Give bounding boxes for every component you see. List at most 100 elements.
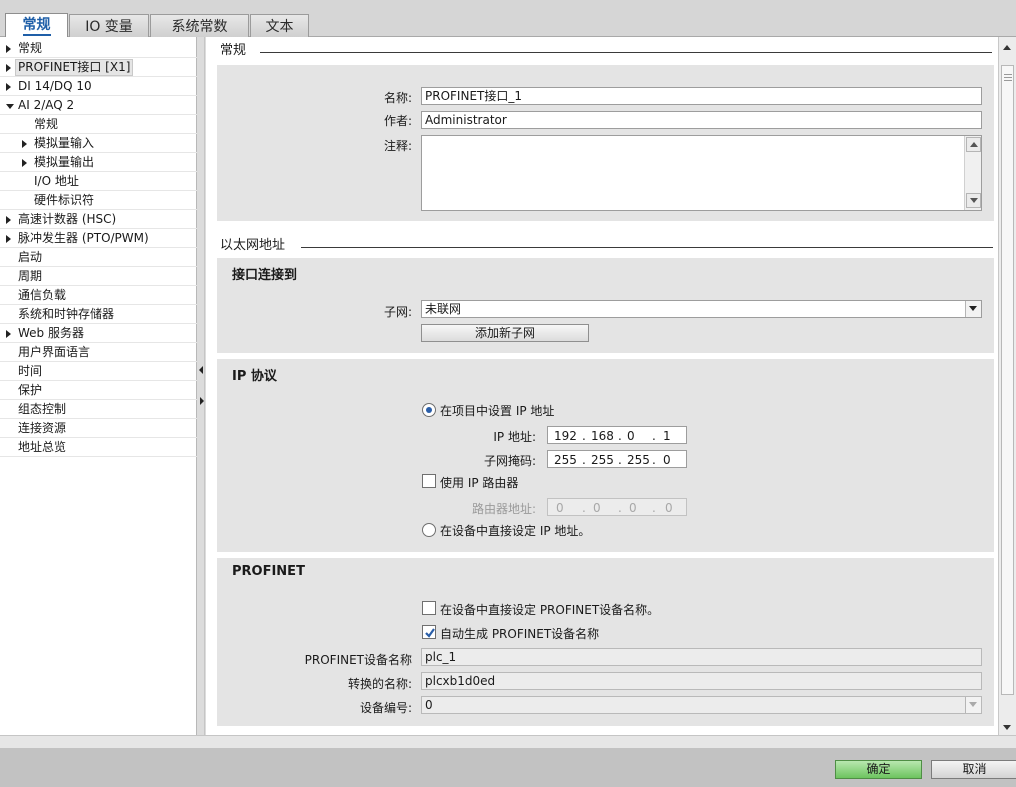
collapsed-triangle-icon[interactable]: [22, 159, 27, 167]
ip-address-label: IP 地址:: [493, 430, 536, 444]
device-number-value: 0: [425, 698, 433, 712]
use-router-checkbox[interactable]: [422, 474, 436, 488]
tree-item-label: AI 2/AQ 2: [18, 98, 75, 112]
collapsed-triangle-icon[interactable]: [6, 64, 11, 72]
tree-item[interactable]: PROFINET接口 [X1]: [0, 58, 197, 77]
subnet-mask-label: 子网掩码:: [483, 454, 536, 468]
ip-protocol-panel: IP 协议 在项目中设置 IP 地址 IP 地址: 192 . 168 . 0 …: [217, 359, 994, 552]
tree-item[interactable]: I/O 地址: [0, 172, 197, 191]
tree-item[interactable]: 启动: [0, 248, 197, 267]
tree-item[interactable]: 保护: [0, 381, 197, 400]
ip-protocol-title: IP 协议: [232, 369, 277, 384]
collapsed-triangle-icon[interactable]: [6, 83, 11, 91]
ip-address-field[interactable]: 192 . 168 . 0 . 1: [547, 426, 687, 444]
converted-name-label: 转换的名称:: [347, 677, 412, 691]
ok-button[interactable]: 确定: [835, 760, 922, 779]
scroll-up-button[interactable]: [1000, 40, 1015, 55]
tree-item[interactable]: 地址总览: [0, 438, 197, 457]
subnet-mask-field[interactable]: 255 . 255 . 255 . 0: [547, 450, 687, 468]
ip-octet-3: 0: [627, 429, 635, 443]
tab-io-tags[interactable]: IO 变量: [69, 14, 149, 37]
device-name-field[interactable]: plc_1: [421, 648, 982, 666]
properties-content: 常规 名称: PROFINET接口_1 作者: Administrator 注释…: [206, 37, 998, 735]
tree-item[interactable]: AI 2/AQ 2: [0, 96, 197, 115]
profinet-panel: PROFINET 在设备中直接设定 PROFINET设备名称。 自动生成 PRO…: [217, 558, 994, 726]
collapsed-triangle-icon[interactable]: [6, 45, 11, 53]
tree-item[interactable]: 系统和时钟存储器: [0, 305, 197, 324]
set-ip-in-project-radio[interactable]: [422, 403, 436, 417]
main-vertical-scrollbar[interactable]: [998, 37, 1016, 735]
collapsed-triangle-icon[interactable]: [6, 216, 11, 224]
general-panel: 名称: PROFINET接口_1 作者: Administrator 注释:: [217, 65, 994, 221]
tab-system-constants[interactable]: 系统常数: [150, 14, 249, 37]
tree-item-label: 模拟量输出: [34, 155, 95, 169]
panel-splitter[interactable]: [198, 37, 205, 735]
set-name-on-device-label: 在设备中直接设定 PROFINET设备名称。: [440, 603, 660, 617]
tree-item[interactable]: 脉冲发生器 (PTO/PWM): [0, 229, 197, 248]
expand-right-icon[interactable]: [200, 397, 204, 405]
name-label: 名称:: [383, 91, 412, 105]
collapsed-triangle-icon[interactable]: [22, 140, 27, 148]
scroll-thumb[interactable]: [1001, 65, 1014, 695]
tree-item[interactable]: DI 14/DQ 10: [0, 77, 197, 96]
tree-item[interactable]: 时间: [0, 362, 197, 381]
tab-io-tags-label: IO 变量: [85, 19, 133, 35]
tree-item-label: I/O 地址: [34, 174, 79, 188]
tree-item[interactable]: 高速计数器 (HSC): [0, 210, 197, 229]
router-octet-1: 0: [556, 501, 564, 515]
scroll-up-button[interactable]: [966, 137, 981, 152]
tree-item[interactable]: 常规: [0, 39, 197, 58]
tree-item-label: 保护: [18, 383, 43, 397]
scroll-down-button[interactable]: [1000, 720, 1015, 735]
router-octet-2: 0: [593, 501, 601, 515]
tree-item[interactable]: 周期: [0, 267, 197, 286]
tree-item[interactable]: 用户界面语言: [0, 343, 197, 362]
ip-octet-2: 168: [591, 429, 614, 443]
cancel-button[interactable]: 取消: [931, 760, 1016, 779]
tree-item[interactable]: 组态控制: [0, 400, 197, 419]
tree-item[interactable]: 模拟量输入: [0, 134, 197, 153]
tab-general[interactable]: 常规: [5, 13, 68, 38]
author-field[interactable]: Administrator: [421, 111, 982, 129]
comment-scrollbar[interactable]: [964, 136, 981, 210]
tree-item[interactable]: 模拟量输出: [0, 153, 197, 172]
tree-item[interactable]: Web 服务器: [0, 324, 197, 343]
tree-item-label: 周期: [18, 269, 43, 283]
tree-item-label: 时间: [18, 364, 43, 378]
add-subnet-button[interactable]: 添加新子网: [421, 324, 589, 342]
collapsed-triangle-icon[interactable]: [6, 235, 11, 243]
mask-octet-3: 255: [627, 453, 650, 467]
device-number-dropdown[interactable]: 0: [421, 696, 982, 714]
set-ip-on-device-radio[interactable]: [422, 523, 436, 537]
collapse-left-icon[interactable]: [199, 366, 203, 374]
set-name-on-device-checkbox[interactable]: [422, 601, 436, 615]
comment-field[interactable]: [421, 135, 982, 211]
general-section-title: 常规: [220, 43, 247, 58]
tree-item-label: 地址总览: [18, 440, 67, 454]
device-name-label: PROFINET设备名称: [304, 653, 412, 667]
interface-panel: 接口连接到 子网: 未联网 添加新子网: [217, 258, 994, 353]
tree-item[interactable]: 连接资源: [0, 419, 197, 438]
tab-system-constants-label: 系统常数: [171, 19, 228, 35]
interface-title: 接口连接到: [232, 268, 298, 283]
tree-item[interactable]: 常规: [0, 115, 197, 134]
subnet-value: 未联网: [425, 302, 462, 316]
collapsed-triangle-icon[interactable]: [6, 330, 11, 338]
tab-texts[interactable]: 文本: [250, 14, 309, 37]
tree-item[interactable]: 通信负载: [0, 286, 197, 305]
general-section-divider: [260, 52, 992, 53]
auto-generate-name-checkbox[interactable]: [422, 625, 436, 639]
profinet-title: PROFINET: [232, 564, 305, 579]
dropdown-arrow-icon[interactable]: [965, 697, 981, 713]
dropdown-arrow-icon[interactable]: [965, 301, 981, 317]
name-field[interactable]: PROFINET接口_1: [421, 87, 982, 105]
router-octet-3: 0: [629, 501, 637, 515]
tree-item-label: 脉冲发生器 (PTO/PWM): [18, 231, 149, 245]
grip-line: [1004, 80, 1012, 81]
tree-item[interactable]: 硬件标识符: [0, 191, 197, 210]
subnet-dropdown[interactable]: 未联网: [421, 300, 982, 318]
device-number-label: 设备编号:: [359, 701, 412, 715]
expanded-triangle-icon[interactable]: [6, 104, 14, 109]
chevron-down-icon: [1003, 725, 1011, 730]
scroll-down-button[interactable]: [966, 193, 981, 208]
